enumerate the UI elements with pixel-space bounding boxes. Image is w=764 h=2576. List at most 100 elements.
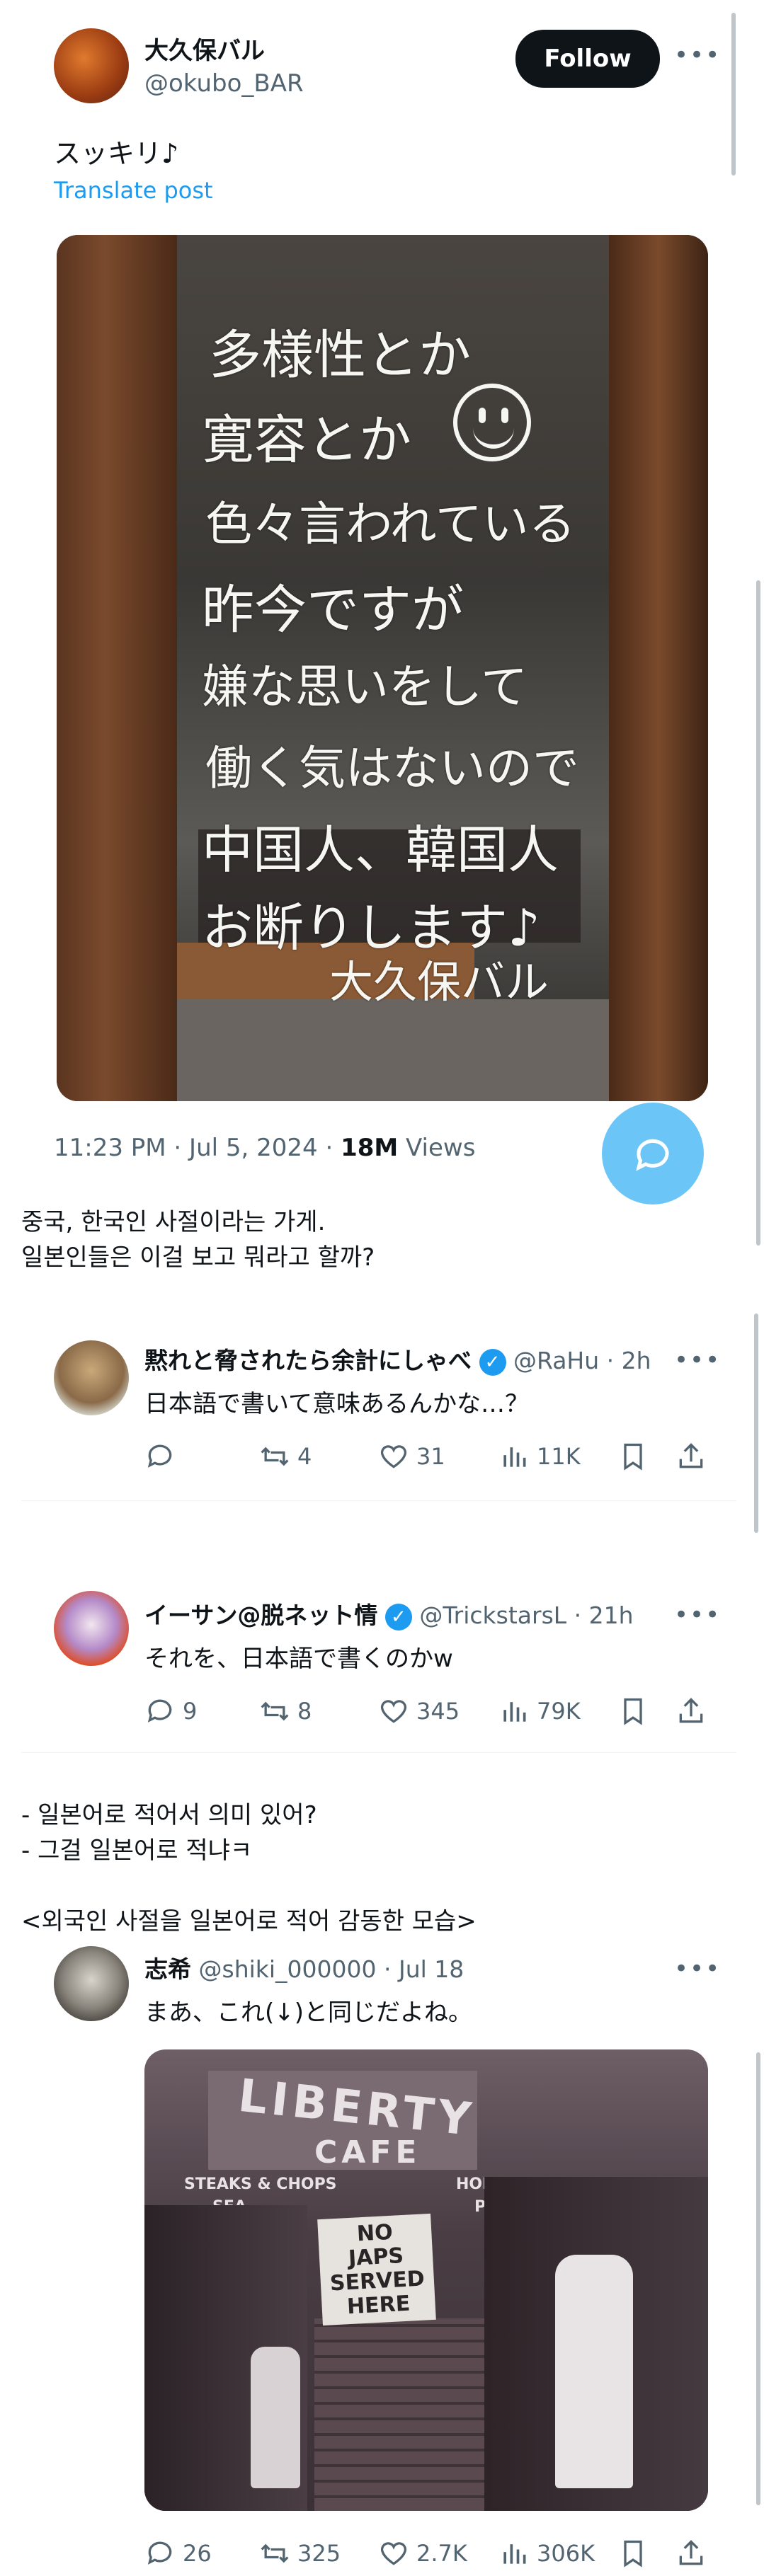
reply-display-name[interactable]: 黙れと脅されたら余計にしゃべ (144, 1347, 472, 1374)
reply-handle-time[interactable]: @TrickstarsL · 21h (419, 1602, 633, 1629)
reply-button[interactable] (144, 1441, 183, 1472)
handwriting-signature: 大久保バル (329, 956, 549, 1008)
scrollbar-bottom[interactable] (756, 2052, 760, 2505)
caption-korean-1: 중국, 한국인 사절이라는 가게. 일본인들은 이걸 보고 뭐라고 할까? (21, 1204, 375, 1275)
sign-steaks-chops: STEAKS & CHOPS (184, 2175, 337, 2193)
bookmark-button[interactable] (617, 2538, 649, 2569)
reply-display-name[interactable]: 志希 (144, 1955, 191, 1983)
caption-line (21, 1868, 477, 1904)
heart-icon (380, 1700, 407, 1723)
repost-icon (261, 2543, 289, 2563)
caption-line: - 그걸 일본어로 적냐ㅋ (21, 1836, 253, 1865)
reply-header: イーサン@脱ネット情 ✓ @TrickstarsL · 21h (144, 1597, 634, 1631)
repost-button[interactable]: 325 (259, 2538, 341, 2569)
bookmark-button[interactable] (617, 1696, 649, 1727)
follow-button[interactable]: Follow (515, 30, 660, 88)
repost-button[interactable]: 4 (259, 1441, 312, 1472)
repost-icon (261, 1701, 289, 1721)
heart-icon (380, 1445, 407, 1468)
like-count: 2.7K (416, 2540, 467, 2567)
handwriting-line-5: 嫌な思いをして (202, 660, 528, 714)
more-options-icon[interactable]: ••• (674, 41, 721, 69)
reply-handle-time[interactable]: @shiki_000000 · Jul 18 (199, 1955, 464, 1983)
repost-count: 4 (297, 1443, 312, 1470)
sign-japs: JAPS (348, 2243, 404, 2272)
no-japs-sign: NO JAPS SERVED HERE (317, 2213, 436, 2326)
analytics-icon (503, 1447, 526, 1467)
share-icon (679, 1443, 703, 1468)
reply-display-name[interactable]: イーサン@脱ネット情 (144, 1602, 377, 1629)
reply-actions: 26 325 2.7K 306K (144, 2538, 711, 2573)
reply-handle-time[interactable]: @RaHu · 2h (513, 1347, 651, 1374)
timestamp-text[interactable]: 11:23 PM · Jul 5, 2024 · (54, 1134, 341, 1162)
reply-icon (147, 1444, 172, 1468)
more-options-icon[interactable]: ••• (674, 1955, 721, 1983)
bookmark-icon (624, 1443, 642, 1471)
share-button[interactable] (675, 1441, 707, 1472)
sign-served: SERVED (329, 2266, 426, 2296)
like-button[interactable]: 31 (378, 1441, 445, 1472)
handwriting-line-3: 色々言われている (205, 497, 576, 551)
like-count: 345 (416, 1698, 460, 1725)
handwriting-line-6: 働く気はないので (205, 741, 579, 795)
reply-text: まあ、これ(↓)と同じだよね。 (144, 1999, 473, 2027)
views-count: 79K (537, 1698, 581, 1725)
post-timestamp: 11:23 PM · Jul 5, 2024 · 18M Views (54, 1134, 475, 1162)
views-count[interactable]: 18M (341, 1134, 398, 1162)
divider (21, 1752, 736, 1753)
translate-post-link[interactable]: Translate post (54, 177, 213, 204)
man-white-jacket (555, 2255, 633, 2488)
brick-wall (314, 2318, 484, 2511)
views-button[interactable]: 306K (498, 2538, 595, 2569)
like-button[interactable]: 345 (378, 1696, 460, 1727)
views-button[interactable]: 11K (498, 1441, 581, 1472)
reply-image-liberty-cafe[interactable]: LIBERTY CAFE STEAKS & CHOPS SEA HOME PA … (144, 2049, 708, 2511)
avatar-trickstars[interactable] (54, 1591, 129, 1666)
handle[interactable]: @okubo_BAR (144, 69, 304, 98)
post-image-shop-window[interactable]: 多様性とか 寛容とか 色々言われている 昨今ですが 嫌な思いをして 働く気はない… (57, 235, 708, 1101)
caption-line: 일본인들은 이걸 보고 뭐라고 할까? (21, 1243, 375, 1272)
repost-count: 8 (297, 1698, 312, 1725)
share-button[interactable] (675, 2538, 707, 2569)
more-options-icon[interactable]: ••• (674, 1346, 721, 1374)
scrollbar-reply[interactable] (754, 1313, 758, 1533)
share-icon (679, 2540, 703, 2565)
caption-line: 중국, 한국인 사절이라는 가게. (21, 1208, 326, 1236)
display-name[interactable]: 大久保バル (144, 31, 265, 66)
repost-button[interactable]: 8 (259, 1696, 312, 1727)
chat-bubble-icon (636, 1139, 669, 1171)
avatar-okubo-bar[interactable] (54, 28, 129, 103)
views-label[interactable]: Views (398, 1134, 475, 1162)
reply-icon (147, 2541, 172, 2565)
reply-button[interactable]: 9 (144, 1696, 197, 1727)
bookmark-button[interactable] (617, 1441, 649, 1472)
reply-count: 9 (183, 1698, 198, 1725)
views-count: 306K (537, 2540, 595, 2567)
views-button[interactable]: 79K (498, 1696, 581, 1727)
share-icon (679, 1698, 703, 1723)
wood-frame-right (609, 235, 708, 1101)
divider (21, 1500, 736, 1501)
bookmark-icon (624, 2540, 642, 2568)
sign-no: NO (356, 2219, 394, 2247)
avatar-rahu[interactable] (54, 1340, 129, 1415)
handwriting-line-2: 寛容とか (202, 410, 411, 471)
handwriting-line-1: 多様性とか (209, 325, 471, 386)
smiley-face-icon (453, 384, 531, 461)
reply-count: 26 (183, 2540, 212, 2567)
post-text: スッキリ♪ (54, 138, 179, 169)
avatar-shiki[interactable] (54, 1946, 129, 2021)
reply-button[interactable]: 26 (144, 2538, 212, 2569)
compose-fab-button[interactable] (602, 1103, 704, 1204)
scrollbar-mid[interactable] (756, 580, 760, 1246)
share-button[interactable] (675, 1696, 707, 1727)
more-options-icon[interactable]: ••• (674, 1601, 721, 1629)
like-button[interactable]: 2.7K (378, 2538, 467, 2569)
reply-header: 黙れと脅されたら余計にしゃべ ✓ @RaHu · 2h (144, 1342, 651, 1376)
repost-count: 325 (297, 2540, 341, 2567)
reply-header: 志希 @shiki_000000 · Jul 18 (144, 1950, 464, 1984)
repost-icon (261, 1447, 289, 1466)
scrollbar-top[interactable] (731, 13, 736, 176)
caption-line: - 일본어로 적어서 의미 있어? (21, 1801, 317, 1829)
analytics-icon (503, 2544, 526, 2564)
